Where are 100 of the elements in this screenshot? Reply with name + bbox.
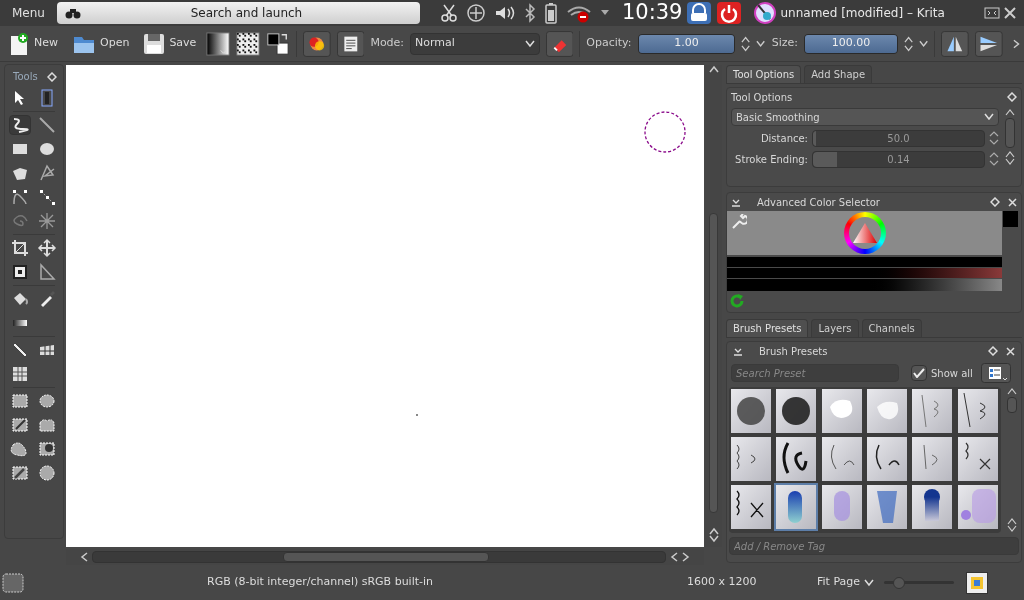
scrollbar-thumb[interactable] <box>283 552 489 562</box>
mirror-vertical-icon[interactable] <box>975 29 1003 58</box>
selection-icon[interactable] <box>2 572 24 593</box>
bezier-select-tool-button[interactable] <box>36 463 58 483</box>
zoom-dropdown[interactable]: Fit Page <box>817 574 875 591</box>
close-icon[interactable] <box>1008 197 1017 207</box>
dock-tab[interactable]: Tool Options <box>726 65 802 83</box>
float-icon[interactable] <box>1007 92 1017 102</box>
lock-screen-icon[interactable] <box>686 1 713 25</box>
collapse-icon[interactable] <box>733 346 743 356</box>
canvas-thumbnail-icon[interactable] <box>966 571 989 594</box>
brush-preset-thumbnail[interactable] <box>821 389 862 433</box>
collapse-icon[interactable] <box>731 197 741 207</box>
chevron-right-icon[interactable] <box>1012 38 1020 49</box>
dock-tab[interactable]: Channels <box>861 319 922 337</box>
option-slider[interactable]: 50.0 <box>812 129 985 147</box>
move-tool-button[interactable] <box>36 238 58 258</box>
star-burst-tool-button[interactable] <box>36 211 58 231</box>
color-triangle[interactable] <box>851 222 878 244</box>
show-all-checkbox[interactable] <box>911 365 927 381</box>
toolbox-title: Tools <box>13 70 38 84</box>
close-icon[interactable] <box>1004 7 1016 19</box>
spin-arrows-icon[interactable] <box>741 34 751 53</box>
menu-button[interactable]: Menu <box>4 4 53 22</box>
scrollbar-thumb[interactable] <box>1005 118 1015 148</box>
scrollbar-thumb[interactable] <box>709 213 718 513</box>
chevron-right-icon <box>682 552 690 562</box>
wrench-icon[interactable] <box>731 214 747 230</box>
chevron-left-icon <box>670 552 678 562</box>
brush-preset-thumbnail[interactable] <box>821 485 862 529</box>
brush-preset-thumbnail[interactable] <box>867 437 907 481</box>
ellipse-select-tool-button[interactable] <box>36 391 58 411</box>
chevron-down-icon[interactable] <box>919 39 929 48</box>
brush-preset-thumbnail[interactable] <box>912 437 953 481</box>
pattern-swatch-icon[interactable] <box>236 30 261 57</box>
foreground-background-color-icon[interactable] <box>266 30 291 57</box>
bluetooth-icon[interactable] <box>523 3 536 23</box>
search-field[interactable]: Search and launch <box>56 2 420 24</box>
color-selector-area[interactable] <box>727 211 1002 255</box>
brush-preset-thumbnail[interactable] <box>776 485 817 529</box>
tag-field[interactable]: Add / Remove Tag <box>729 537 1019 555</box>
brush-preset-thumbnail[interactable] <box>867 485 907 529</box>
network-icon[interactable] <box>465 3 486 23</box>
option-slider[interactable]: 0.14 <box>812 150 985 168</box>
opacity-slider[interactable]: 1.00 <box>637 33 736 54</box>
color-bar[interactable] <box>727 257 1002 267</box>
gradient-swatch-icon[interactable] <box>206 30 231 57</box>
brush-preset-thumbnail[interactable] <box>957 485 998 529</box>
dock-tab[interactable]: Add Shape <box>804 65 873 83</box>
caret-down-icon[interactable] <box>599 9 610 17</box>
mirror-horizontal-icon[interactable] <box>941 29 969 58</box>
restore-window-icon[interactable] <box>984 7 1000 19</box>
crop-tool-button[interactable] <box>9 238 31 258</box>
brush-preset-thumbnail[interactable] <box>912 389 953 433</box>
scissors-icon[interactable] <box>439 4 458 22</box>
refresh-icon[interactable] <box>729 293 745 309</box>
eraser-icon[interactable] <box>545 29 574 58</box>
search-field[interactable]: Search Preset <box>731 364 899 382</box>
panel-scrollbar[interactable] <box>1005 387 1019 533</box>
clock[interactable]: 10:39 <box>621 0 683 29</box>
brush-preset-thumbnail[interactable] <box>821 437 862 481</box>
zoom-slider-thumb[interactable] <box>892 576 905 589</box>
open-button[interactable]: Open <box>68 28 134 59</box>
brush-preset-thumbnail[interactable] <box>776 437 817 481</box>
brush-preset-thumbnail[interactable] <box>957 437 998 481</box>
chevron-down-icon[interactable] <box>756 39 766 48</box>
view-mode-icon[interactable] <box>980 363 1011 383</box>
brush-preset-thumbnail[interactable] <box>731 389 771 433</box>
spin-arrows-icon[interactable] <box>989 151 999 167</box>
dock-tab[interactable]: Layers <box>811 319 859 337</box>
brush-preset-thumbnail[interactable] <box>731 485 771 529</box>
power-icon[interactable] <box>716 1 743 25</box>
new-button[interactable]: New <box>4 28 62 59</box>
save-button[interactable]: Save <box>139 28 201 59</box>
spin-arrows-icon[interactable] <box>904 34 914 53</box>
scrollbar-thumb[interactable] <box>1007 397 1017 413</box>
brush-colors-icon[interactable] <box>303 29 331 58</box>
color-wheel[interactable] <box>843 212 886 254</box>
volume-icon[interactable] <box>493 4 516 22</box>
smoothing-dropdown[interactable]: Basic Smoothing <box>731 108 999 126</box>
color-bar[interactable] <box>727 268 1002 278</box>
brush-preset-thumbnail[interactable] <box>776 389 817 433</box>
chevron-down-icon <box>1007 525 1017 533</box>
color-bar[interactable] <box>727 279 1002 291</box>
float-icon[interactable] <box>988 346 998 356</box>
brush-settings-icon[interactable] <box>336 29 365 58</box>
float-icon[interactable] <box>990 197 1000 207</box>
float-icon[interactable] <box>47 71 57 82</box>
dock-tab[interactable]: Brush Presets <box>726 319 809 337</box>
battery-icon[interactable] <box>543 2 558 24</box>
color-swatch[interactable] <box>1003 211 1018 227</box>
spin-arrows-icon[interactable] <box>989 130 999 146</box>
size-slider[interactable]: 100.00 <box>804 33 899 54</box>
close-icon[interactable] <box>1006 346 1015 356</box>
brush-preset-thumbnail[interactable] <box>912 485 953 529</box>
brush-preset-thumbnail[interactable] <box>731 437 771 481</box>
freehand-brush-tool-button[interactable] <box>9 115 31 135</box>
blend-mode-dropdown[interactable]: Normal <box>410 32 540 55</box>
brush-preset-thumbnail[interactable] <box>867 389 907 433</box>
brush-preset-thumbnail[interactable] <box>957 389 998 433</box>
